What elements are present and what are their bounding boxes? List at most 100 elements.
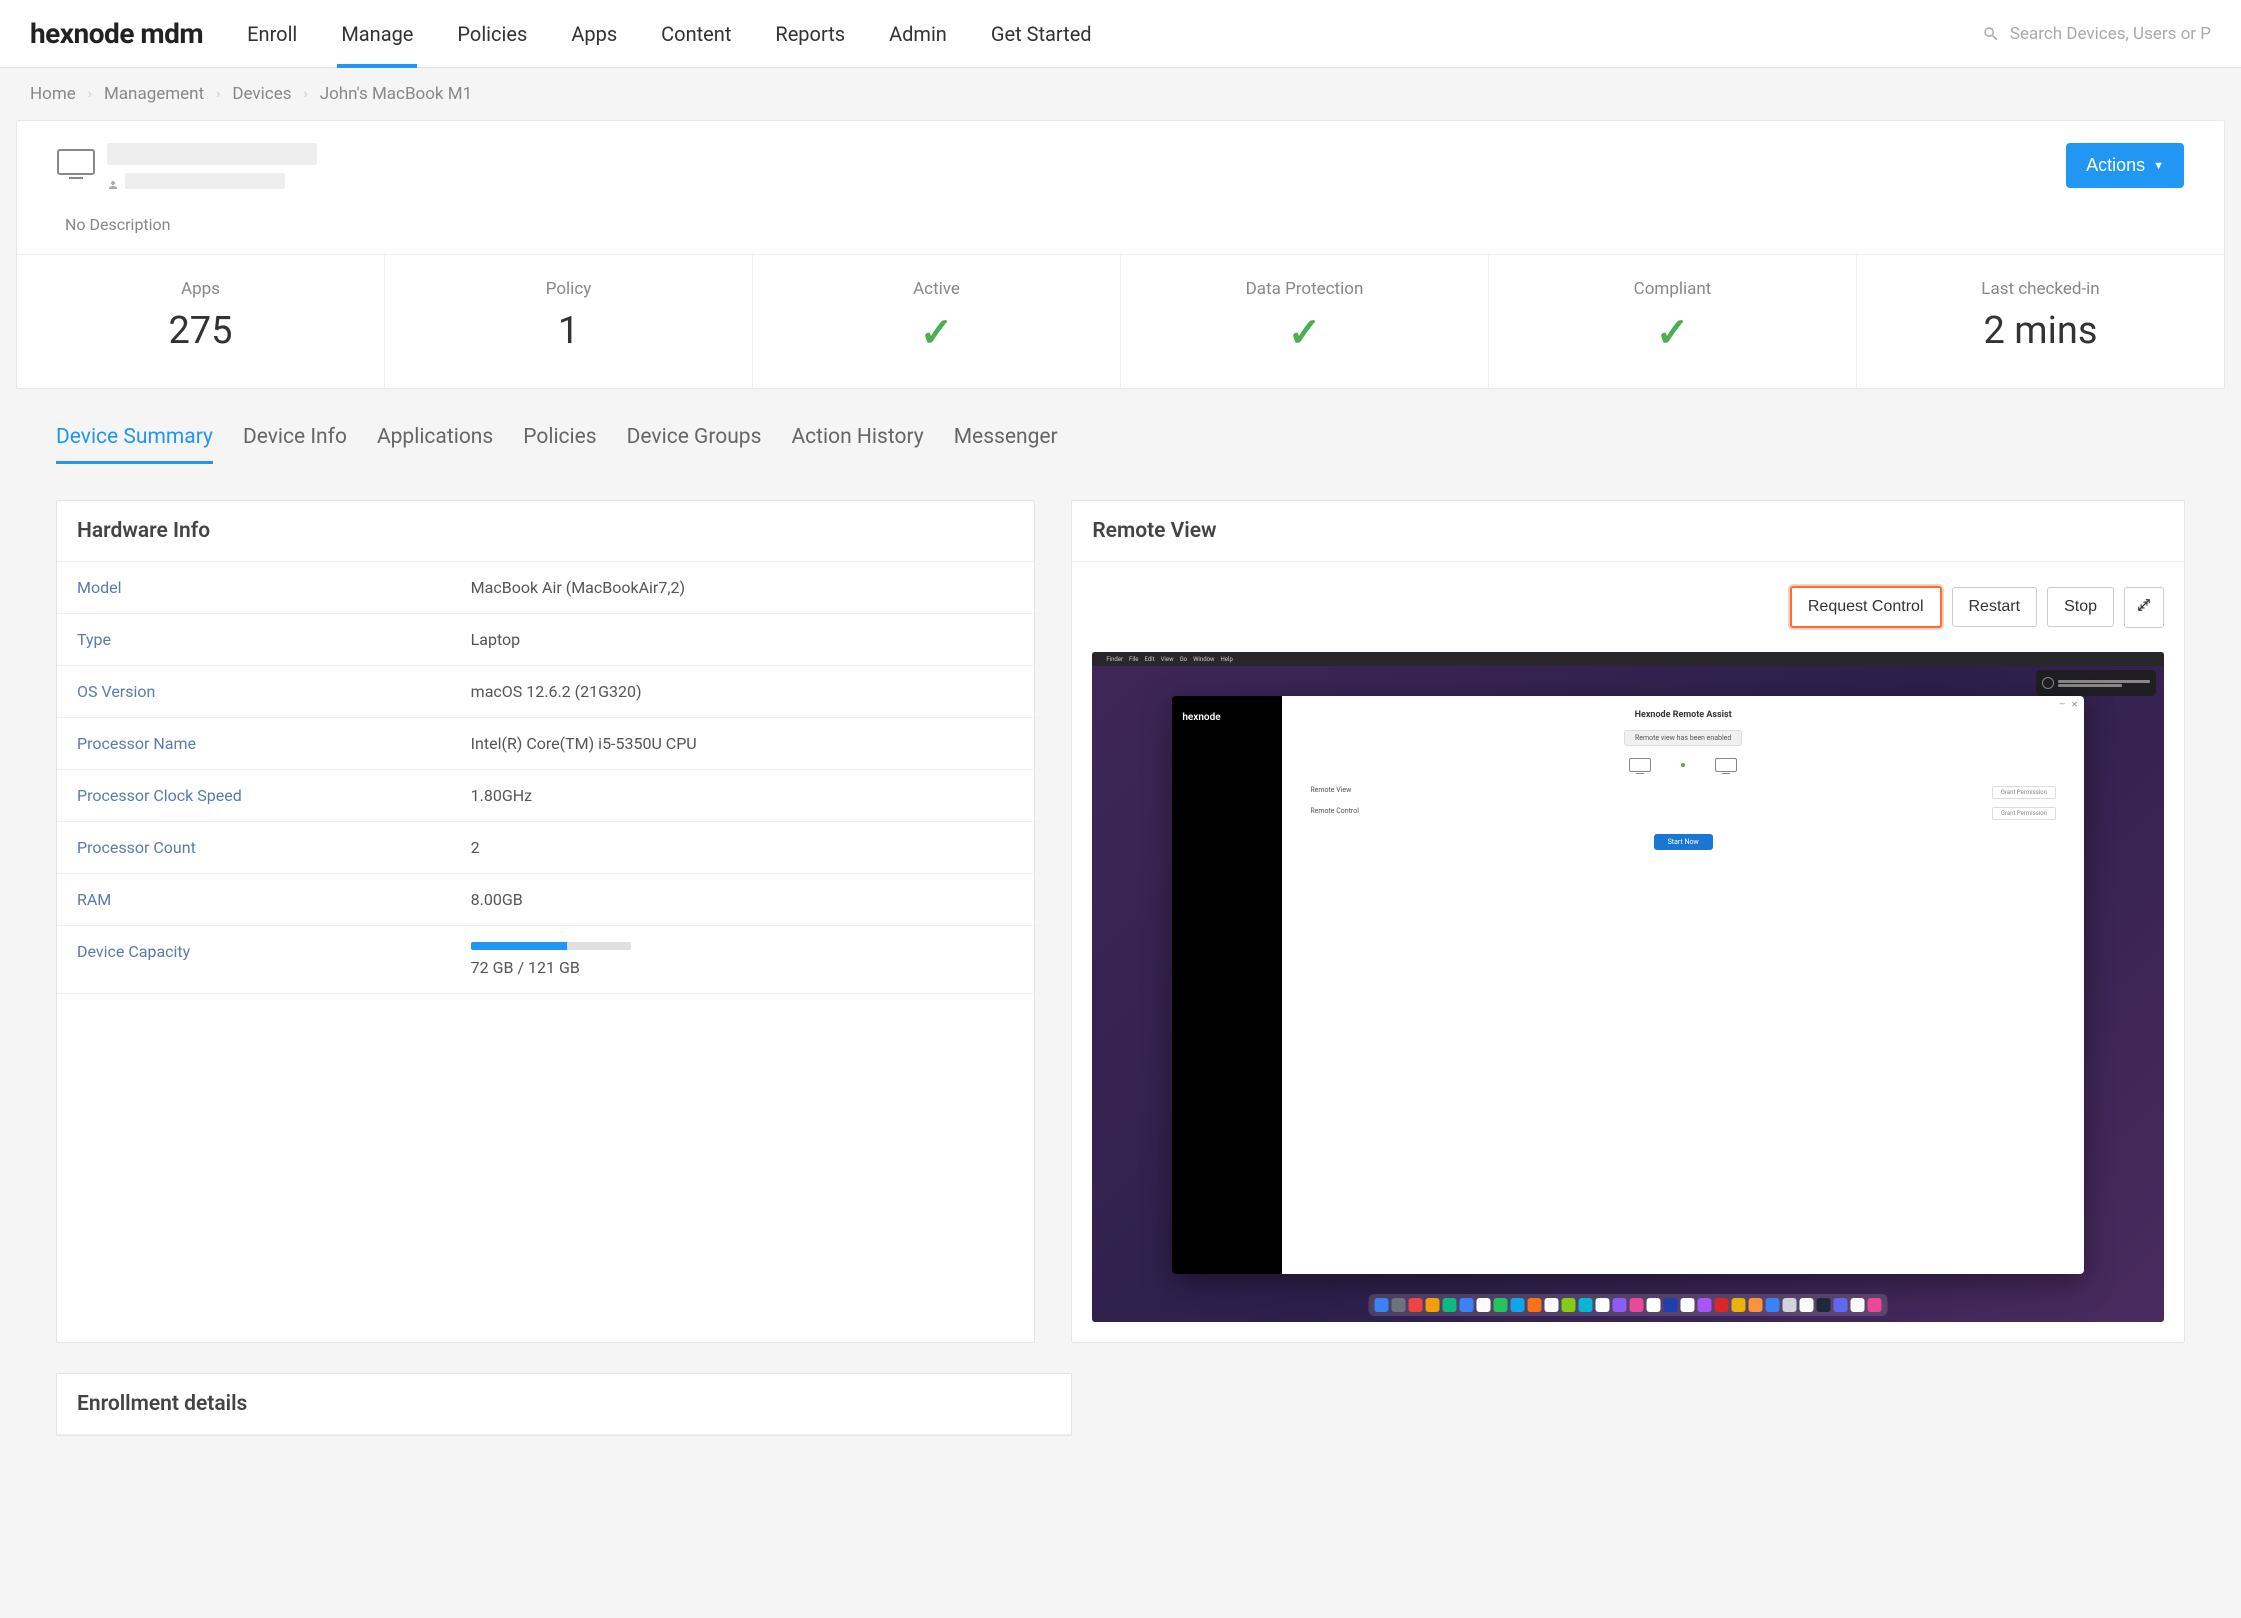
hw-label: OS Version bbox=[77, 682, 471, 701]
actions-dropdown-button[interactable]: Actions ▼ bbox=[2066, 143, 2184, 188]
tab-device-info[interactable]: Device Info bbox=[243, 425, 347, 464]
user-name-redacted bbox=[125, 173, 285, 189]
dock-app-icon bbox=[1715, 1298, 1729, 1312]
remote-app-sidebar: hexnode bbox=[1172, 696, 1282, 1274]
laptop-icon bbox=[1715, 758, 1737, 772]
dock-app-icon bbox=[1613, 1298, 1627, 1312]
nav-enroll[interactable]: Enroll bbox=[243, 2, 301, 66]
remote-dock bbox=[1369, 1294, 1888, 1316]
breadcrumb: Home › Management › Devices › John's Mac… bbox=[0, 68, 2241, 120]
chevron-right-icon: › bbox=[216, 86, 220, 102]
remote-app-window: hexnode — ✕ Hexnode Remote Assist Remote … bbox=[1172, 696, 2084, 1274]
crumb-current: John's MacBook M1 bbox=[320, 84, 472, 104]
remote-status-row: Remote ControlGrant Permission bbox=[1310, 807, 2056, 820]
hardware-info-panel: Hardware Info ModelMacBook Air (MacBookA… bbox=[56, 500, 1035, 1343]
hw-label: Device Capacity bbox=[77, 942, 471, 977]
tab-device-groups[interactable]: Device Groups bbox=[627, 425, 762, 464]
tab-policies[interactable]: Policies bbox=[523, 425, 596, 464]
dock-app-icon bbox=[1392, 1298, 1406, 1312]
dock-app-icon bbox=[1647, 1298, 1661, 1312]
dock-app-icon bbox=[1868, 1298, 1882, 1312]
stat-label: Active bbox=[763, 279, 1110, 299]
remote-menubar: FinderFileEditViewGoWindowHelp bbox=[1092, 652, 2164, 666]
hw-label: Type bbox=[77, 630, 471, 649]
dock-app-icon bbox=[1426, 1298, 1440, 1312]
stat-apps: Apps 275 bbox=[17, 255, 385, 388]
dock-app-icon bbox=[1732, 1298, 1746, 1312]
crumb-home[interactable]: Home bbox=[30, 84, 76, 104]
chevron-right-icon: › bbox=[303, 86, 307, 102]
hw-value: MacBook Air (MacBookAir7,2) bbox=[471, 578, 1015, 597]
remote-start-button: Start Now bbox=[1654, 834, 1713, 850]
remote-screen-preview[interactable]: FinderFileEditViewGoWindowHelp hexnode —… bbox=[1092, 652, 2164, 1322]
hw-value: 2 bbox=[471, 838, 1015, 857]
fullscreen-button[interactable] bbox=[2124, 587, 2164, 628]
remote-app-title: Hexnode Remote Assist bbox=[1296, 710, 2070, 720]
remote-view-controls: Request Control Restart Stop bbox=[1072, 562, 2184, 638]
capacity-fill bbox=[471, 942, 567, 950]
stat-label: Apps bbox=[27, 279, 374, 299]
check-icon: ✓ bbox=[763, 309, 1110, 356]
nav-get-started[interactable]: Get Started bbox=[987, 2, 1096, 66]
tab-messenger[interactable]: Messenger bbox=[954, 425, 1058, 464]
dock-app-icon bbox=[1511, 1298, 1525, 1312]
check-icon: ✓ bbox=[1131, 309, 1478, 356]
nav-manage[interactable]: Manage bbox=[337, 2, 417, 66]
crumb-management[interactable]: Management bbox=[104, 84, 204, 104]
dock-app-icon bbox=[1766, 1298, 1780, 1312]
dock-app-icon bbox=[1783, 1298, 1797, 1312]
hw-label: Processor Clock Speed bbox=[77, 786, 471, 805]
stat-value: 1 bbox=[395, 309, 742, 353]
dock-app-icon bbox=[1443, 1298, 1457, 1312]
hw-value: 1.80GHz bbox=[471, 786, 1015, 805]
hw-label: Processor Count bbox=[77, 838, 471, 857]
minimize-icon: — bbox=[2059, 700, 2065, 709]
close-icon: ✕ bbox=[2071, 700, 2078, 709]
dock-app-icon bbox=[1596, 1298, 1610, 1312]
search-placeholder: Search Devices, Users or P bbox=[2010, 24, 2211, 44]
main-nav: Enroll Manage Policies Apps Content Repo… bbox=[243, 2, 1982, 66]
stat-label: Policy bbox=[395, 279, 742, 299]
dock-app-icon bbox=[1749, 1298, 1763, 1312]
crumb-devices[interactable]: Devices bbox=[232, 84, 291, 104]
device-header-card: Actions ▼ No Description Apps 275 Policy… bbox=[16, 120, 2225, 389]
dock-app-icon bbox=[1375, 1298, 1389, 1312]
brand-logo: hexnode mdm bbox=[30, 17, 203, 50]
nav-apps[interactable]: Apps bbox=[567, 2, 621, 66]
remote-status-row: Remote ViewGrant Permission bbox=[1310, 786, 2056, 799]
stat-value: 275 bbox=[27, 309, 374, 353]
dock-app-icon bbox=[1664, 1298, 1678, 1312]
tab-applications[interactable]: Applications bbox=[377, 425, 493, 464]
hw-value: 8.00GB bbox=[471, 890, 1015, 909]
device-name-redacted bbox=[107, 143, 317, 165]
stat-compliant: Compliant ✓ bbox=[1489, 255, 1857, 388]
remote-status-pill: Remote view has been enabled bbox=[1624, 730, 1742, 746]
connection-dot-icon bbox=[1681, 763, 1685, 767]
remote-app-logo: hexnode bbox=[1182, 712, 1272, 723]
hw-row: OS VersionmacOS 12.6.2 (21G320) bbox=[57, 666, 1034, 718]
restart-button[interactable]: Restart bbox=[1952, 587, 2038, 627]
dock-app-icon bbox=[1528, 1298, 1542, 1312]
dock-app-icon bbox=[1477, 1298, 1491, 1312]
stat-value: 2 mins bbox=[1867, 309, 2214, 353]
tab-device-summary[interactable]: Device Summary bbox=[56, 425, 213, 464]
remote-app-main: — ✕ Hexnode Remote Assist Remote view has… bbox=[1282, 696, 2084, 1274]
tab-action-history[interactable]: Action History bbox=[791, 425, 923, 464]
nav-content[interactable]: Content bbox=[657, 2, 735, 66]
nav-reports[interactable]: Reports bbox=[771, 2, 849, 66]
hw-label: RAM bbox=[77, 890, 471, 909]
nav-admin[interactable]: Admin bbox=[885, 2, 951, 66]
chevron-right-icon: › bbox=[88, 86, 92, 102]
dock-app-icon bbox=[1817, 1298, 1831, 1312]
nav-policies[interactable]: Policies bbox=[453, 2, 531, 66]
panel-title: Remote View bbox=[1072, 501, 2184, 562]
dock-app-icon bbox=[1494, 1298, 1508, 1312]
dock-app-icon bbox=[1409, 1298, 1423, 1312]
request-control-button[interactable]: Request Control bbox=[1790, 586, 1942, 628]
remote-notification bbox=[2036, 670, 2156, 696]
stat-active: Active ✓ bbox=[753, 255, 1121, 388]
global-search[interactable]: Search Devices, Users or P bbox=[1982, 24, 2211, 44]
stat-data-protection: Data Protection ✓ bbox=[1121, 255, 1489, 388]
check-icon: ✓ bbox=[1499, 309, 1846, 356]
stop-button[interactable]: Stop bbox=[2047, 587, 2114, 627]
